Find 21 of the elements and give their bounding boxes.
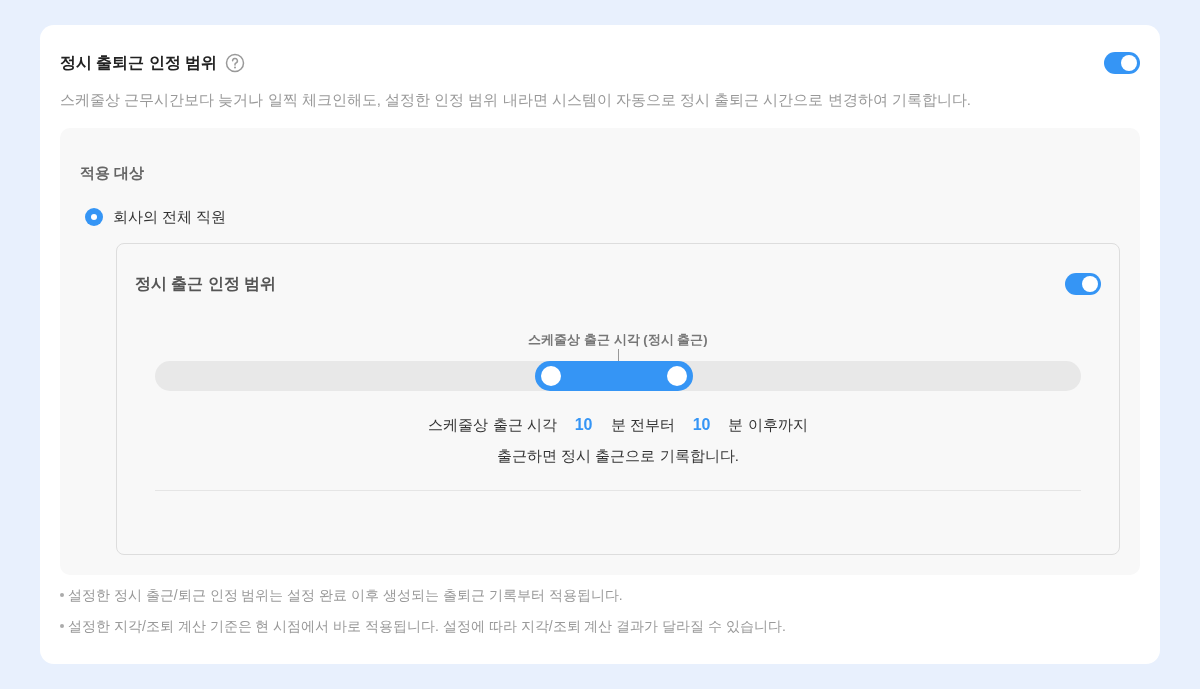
- bullet-icon: [60, 593, 64, 597]
- panel-title: 정시 출근 인정 범위: [135, 273, 277, 294]
- help-icon[interactable]: [225, 53, 246, 73]
- toggle-switch[interactable]: [1065, 272, 1101, 295]
- range-sentence: 출근하면 정시 출근으로 기록합니다.: [496, 446, 740, 466]
- setting-title: 정시 출퇴근 인정 범위: [60, 53, 218, 73]
- bullet-icon: [60, 624, 64, 628]
- range-text: 스케줄상 출근 시각: [428, 414, 557, 435]
- marker-label: 스케줄상 출근 시각 (정시 출근): [528, 330, 708, 349]
- minutes-value: 10: [691, 415, 712, 435]
- option-label[interactable]: 회사의 전체 직원: [113, 206, 227, 229]
- minutes-value: 10: [573, 415, 594, 435]
- note-text: 설정한 정시 출근/퇴근 인정 범위는 설정 완료 이후 생성되는 출퇴근 기록부터 적용됩니다.: [68, 585, 623, 605]
- range-text: 분 이후까지: [728, 414, 808, 435]
- marker-tick: [617, 349, 619, 361]
- section-heading: 적용 대상: [80, 162, 146, 183]
- radio-button[interactable]: [85, 208, 103, 227]
- range-text: 분 전부터: [610, 414, 675, 435]
- note-text: 설정한 지각/조퇴 계산 기준은 현 시점에서 바로 적용됩니다. 설정에 따라 지각/조퇴 계산 결과가 달라질 수 있습니다.: [68, 616, 786, 636]
- setting-description: 스케줄상 근무시간보다 늦거나 일찍 체크인해도, 설정한 인정 범위 내라면 시스템이 자동으로 정시 출퇴근 시간으로 변경하여 기록합니다.: [60, 90, 972, 110]
- toggle-switch[interactable]: [1104, 52, 1140, 74]
